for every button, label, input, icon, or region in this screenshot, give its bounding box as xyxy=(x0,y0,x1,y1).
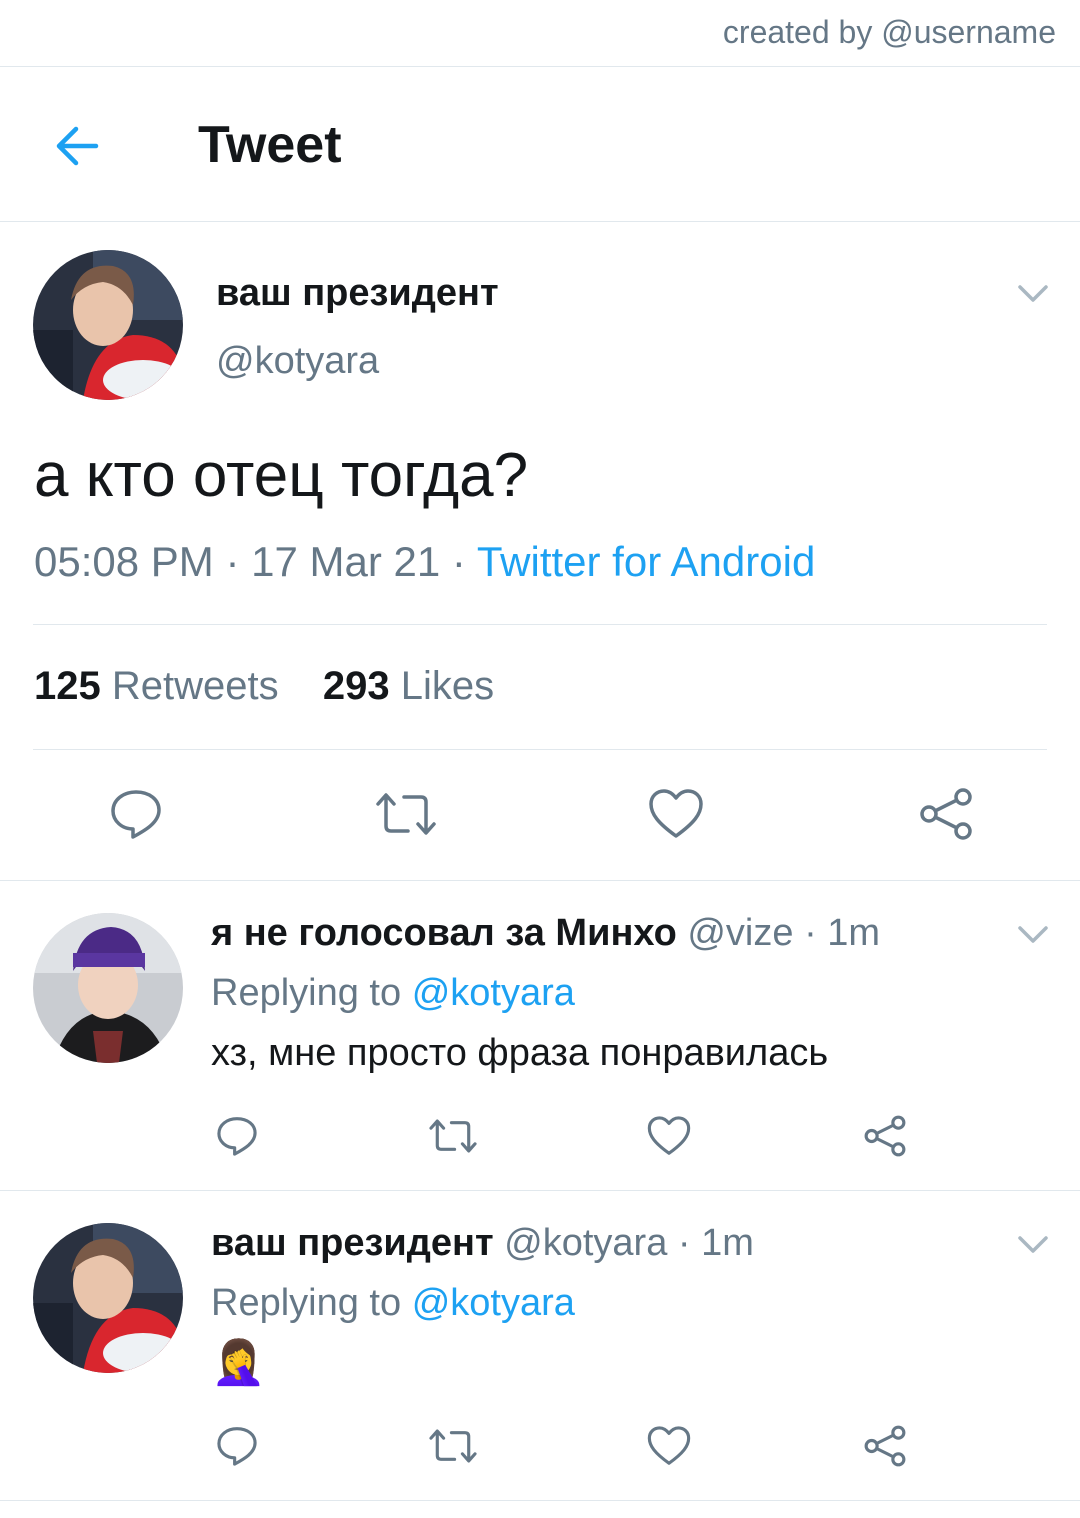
separator: · xyxy=(677,1222,691,1264)
chevron-down-icon[interactable] xyxy=(1016,917,1050,951)
tweet-date: 17 Mar 21 xyxy=(251,538,441,585)
replying-to-link[interactable]: @kotyara xyxy=(412,972,575,1014)
tweet-time: 05:08 PM xyxy=(34,538,214,585)
reply-header: я не голосовал за Минхо @vize · 1m xyxy=(211,912,880,955)
credit-text: created by @username xyxy=(722,14,1056,50)
avatar[interactable] xyxy=(33,913,183,1063)
divider xyxy=(33,749,1047,750)
avatar[interactable] xyxy=(33,250,183,400)
handle[interactable]: @kotyara xyxy=(216,340,379,383)
reply-header: ваш президент @kotyara · 1m xyxy=(211,1222,754,1265)
replying-to: Replying to @kotyara xyxy=(211,1282,575,1325)
likes-count[interactable]: 293 xyxy=(323,664,390,708)
divider xyxy=(33,624,1047,625)
reply-icon[interactable] xyxy=(215,1424,259,1468)
tweet-source-link[interactable]: Twitter for Android xyxy=(477,538,815,585)
divider xyxy=(0,880,1080,881)
retweet-icon[interactable] xyxy=(427,1424,479,1468)
tweet-meta: 05:08 PM · 17 Mar 21 · Twitter for Andro… xyxy=(34,538,815,586)
separator: · xyxy=(451,538,466,585)
arrow-left-icon[interactable] xyxy=(50,118,106,174)
share-icon[interactable] xyxy=(863,1114,907,1158)
reply-time: 1m xyxy=(827,912,881,954)
handle[interactable]: @vize xyxy=(687,912,793,954)
page-title: Tweet xyxy=(198,116,342,174)
replying-label: Replying to xyxy=(211,1282,402,1324)
display-name[interactable]: я не голосовал за Минхо xyxy=(211,912,677,954)
heart-icon[interactable] xyxy=(647,1115,691,1157)
chevron-down-icon[interactable] xyxy=(1016,1227,1050,1261)
heart-icon[interactable] xyxy=(648,788,704,840)
reply-emoji: 🤦‍♀️ xyxy=(211,1338,266,1387)
tweet-text: а кто отец тогда? xyxy=(34,441,529,510)
reply-text: хз, мне просто фраза понравилась xyxy=(211,1032,829,1074)
display-name[interactable]: ваш президент xyxy=(216,272,499,315)
reply-icon[interactable] xyxy=(215,1114,259,1158)
divider xyxy=(0,66,1080,67)
reply-icon[interactable] xyxy=(108,786,164,842)
tweet-stats: 125 Retweets 293 Likes xyxy=(34,664,494,709)
retweets-label[interactable]: Retweets xyxy=(112,664,279,708)
chevron-down-icon[interactable] xyxy=(1016,276,1050,310)
share-icon[interactable] xyxy=(863,1424,907,1468)
replying-label: Replying to xyxy=(211,972,402,1014)
separator: · xyxy=(804,912,817,954)
display-name[interactable]: ваш президент xyxy=(211,1222,494,1264)
share-icon[interactable] xyxy=(918,786,974,842)
retweet-icon[interactable] xyxy=(374,786,438,842)
divider xyxy=(0,221,1080,222)
divider xyxy=(0,1190,1080,1191)
reply-time: 1m xyxy=(701,1222,754,1264)
avatar[interactable] xyxy=(33,1223,183,1373)
divider xyxy=(0,1500,1080,1501)
replying-to: Replying to @kotyara xyxy=(211,972,575,1015)
likes-label[interactable]: Likes xyxy=(401,664,494,708)
heart-icon[interactable] xyxy=(647,1425,691,1467)
retweets-count[interactable]: 125 xyxy=(34,664,101,708)
retweet-icon[interactable] xyxy=(427,1114,479,1158)
replying-to-link[interactable]: @kotyara xyxy=(412,1282,575,1324)
separator: · xyxy=(225,538,240,585)
handle[interactable]: @kotyara xyxy=(504,1222,667,1264)
